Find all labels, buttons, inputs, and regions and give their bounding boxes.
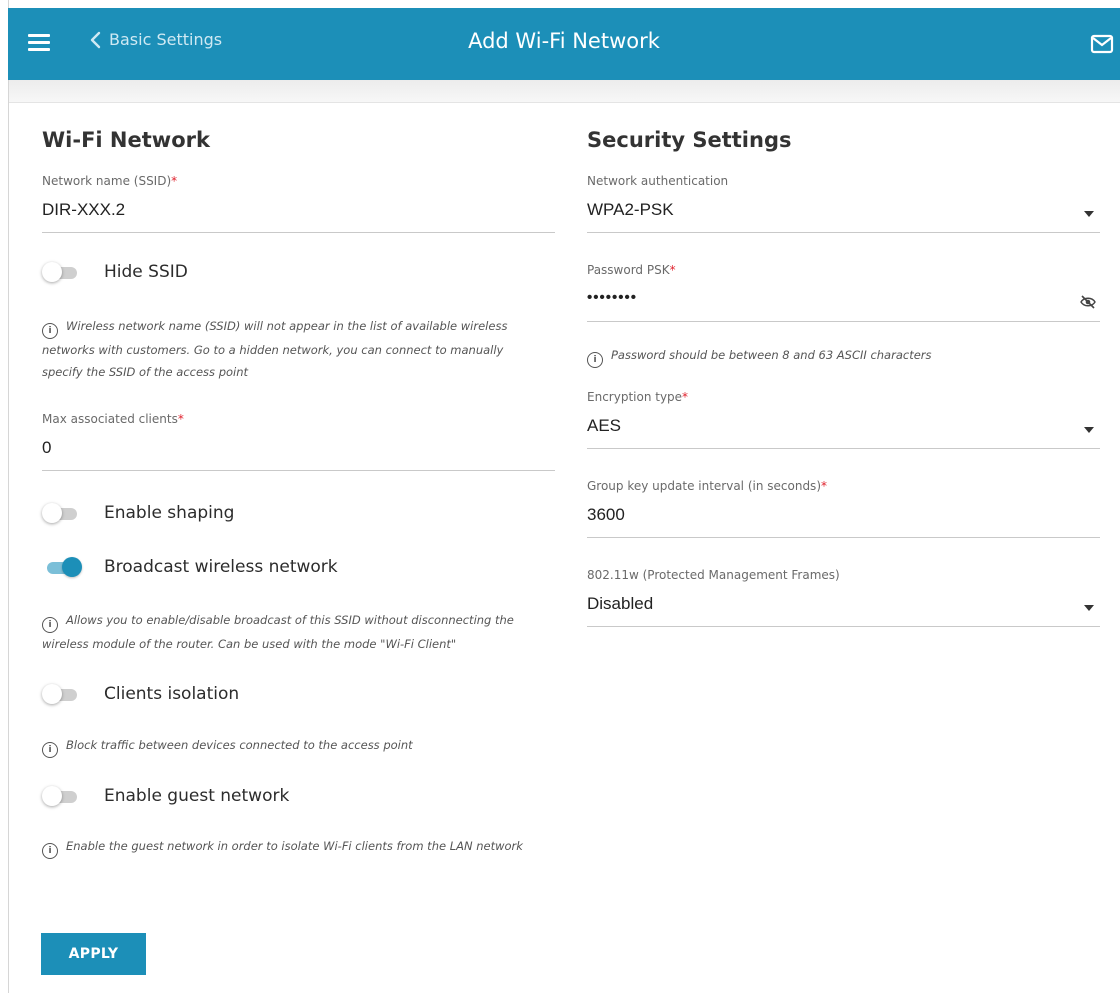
page-left-border	[8, 0, 9, 993]
isolation-hint: i Block traffic between devices connected…	[42, 734, 413, 758]
guest-network-toggle[interactable]: Enable guest network	[42, 785, 289, 807]
broadcast-hint: i Allows you to enable/disable broadcast …	[42, 613, 514, 651]
enable-shaping-switch[interactable]	[42, 502, 82, 524]
hide-ssid-toggle[interactable]: Hide SSID	[42, 261, 188, 283]
encryption-select[interactable]: Encryption type* AES	[587, 390, 1100, 449]
security-section-title: Security Settings	[587, 128, 792, 152]
info-icon: i	[42, 323, 58, 339]
enable-shaping-toggle[interactable]: Enable shaping	[42, 502, 234, 524]
guest-hint: i Enable the guest network in order to is…	[42, 835, 523, 859]
pmf-label: 802.11w (Protected Management Frames)	[587, 568, 840, 582]
group-key-interval-field[interactable]: Group key update interval (in seconds)* …	[587, 479, 1100, 538]
max-clients-label: Max associated clients	[42, 412, 178, 426]
auth-value[interactable]: WPA2-PSK	[587, 200, 1100, 220]
psk-hint: i Password should be between 8 and 63 ASC…	[587, 344, 1100, 368]
hide-ssid-label: Hide SSID	[104, 262, 188, 282]
caret-down-icon[interactable]	[1084, 211, 1094, 217]
info-icon: i	[42, 843, 58, 859]
max-clients-input[interactable]: 0	[42, 438, 555, 458]
ssid-label: Network name (SSID)	[42, 174, 172, 188]
broadcast-switch[interactable]	[42, 556, 82, 578]
encryption-label: Encryption type	[587, 390, 683, 404]
info-icon: i	[587, 352, 603, 368]
page-title: Add Wi-Fi Network	[468, 29, 660, 53]
info-icon: i	[42, 617, 58, 633]
clients-isolation-switch[interactable]	[42, 683, 82, 705]
mail-icon[interactable]	[1090, 34, 1114, 59]
eye-off-icon[interactable]	[1080, 295, 1096, 309]
group-key-label: Group key update interval (in seconds)	[587, 479, 821, 493]
group-key-input[interactable]: 3600	[587, 505, 1100, 525]
pmf-select[interactable]: 802.11w (Protected Management Frames) Di…	[587, 568, 1100, 627]
psk-label: Password PSK	[587, 263, 670, 277]
top-header: Basic Settings Add Wi-Fi Network	[8, 8, 1120, 80]
encryption-value[interactable]: AES	[587, 416, 1100, 436]
ssid-field[interactable]: Network name (SSID)* DIR-XXX.2	[42, 174, 555, 233]
max-clients-field[interactable]: Max associated clients* 0	[42, 412, 555, 471]
guest-network-switch[interactable]	[42, 785, 82, 807]
wifi-network-section: Wi-Fi Network Network name (SSID)* DIR-X…	[42, 128, 555, 859]
broadcast-label: Broadcast wireless network	[104, 557, 338, 577]
info-icon: i	[42, 742, 58, 758]
psk-input[interactable]: ••••••••	[587, 289, 1100, 309]
hide-ssid-hint: i Wireless network name (SSID) will not a…	[42, 319, 508, 379]
enable-shaping-label: Enable shaping	[104, 503, 235, 523]
clients-isolation-label: Clients isolation	[104, 684, 240, 704]
psk-field[interactable]: Password PSK* ••••••••	[587, 263, 1100, 322]
apply-button[interactable]: APPLY	[41, 933, 146, 975]
clients-isolation-toggle[interactable]: Clients isolation	[42, 683, 239, 705]
header-shadow	[9, 80, 1120, 103]
security-settings-section: Security Settings Network authentication…	[587, 128, 1100, 627]
ssid-input[interactable]: DIR-XXX.2	[42, 200, 555, 220]
ssid-underline	[42, 232, 555, 233]
auth-label: Network authentication	[587, 174, 729, 188]
wifi-section-title: Wi-Fi Network	[42, 128, 210, 152]
hide-ssid-switch[interactable]	[42, 261, 82, 283]
caret-down-icon[interactable]	[1084, 427, 1094, 433]
pmf-value[interactable]: Disabled	[587, 594, 1100, 614]
auth-select[interactable]: Network authentication WPA2-PSK	[587, 174, 1100, 233]
guest-network-label: Enable guest network	[104, 786, 290, 806]
caret-down-icon[interactable]	[1084, 605, 1094, 611]
required-mark: *	[171, 174, 178, 188]
broadcast-toggle[interactable]: Broadcast wireless network	[42, 556, 338, 578]
